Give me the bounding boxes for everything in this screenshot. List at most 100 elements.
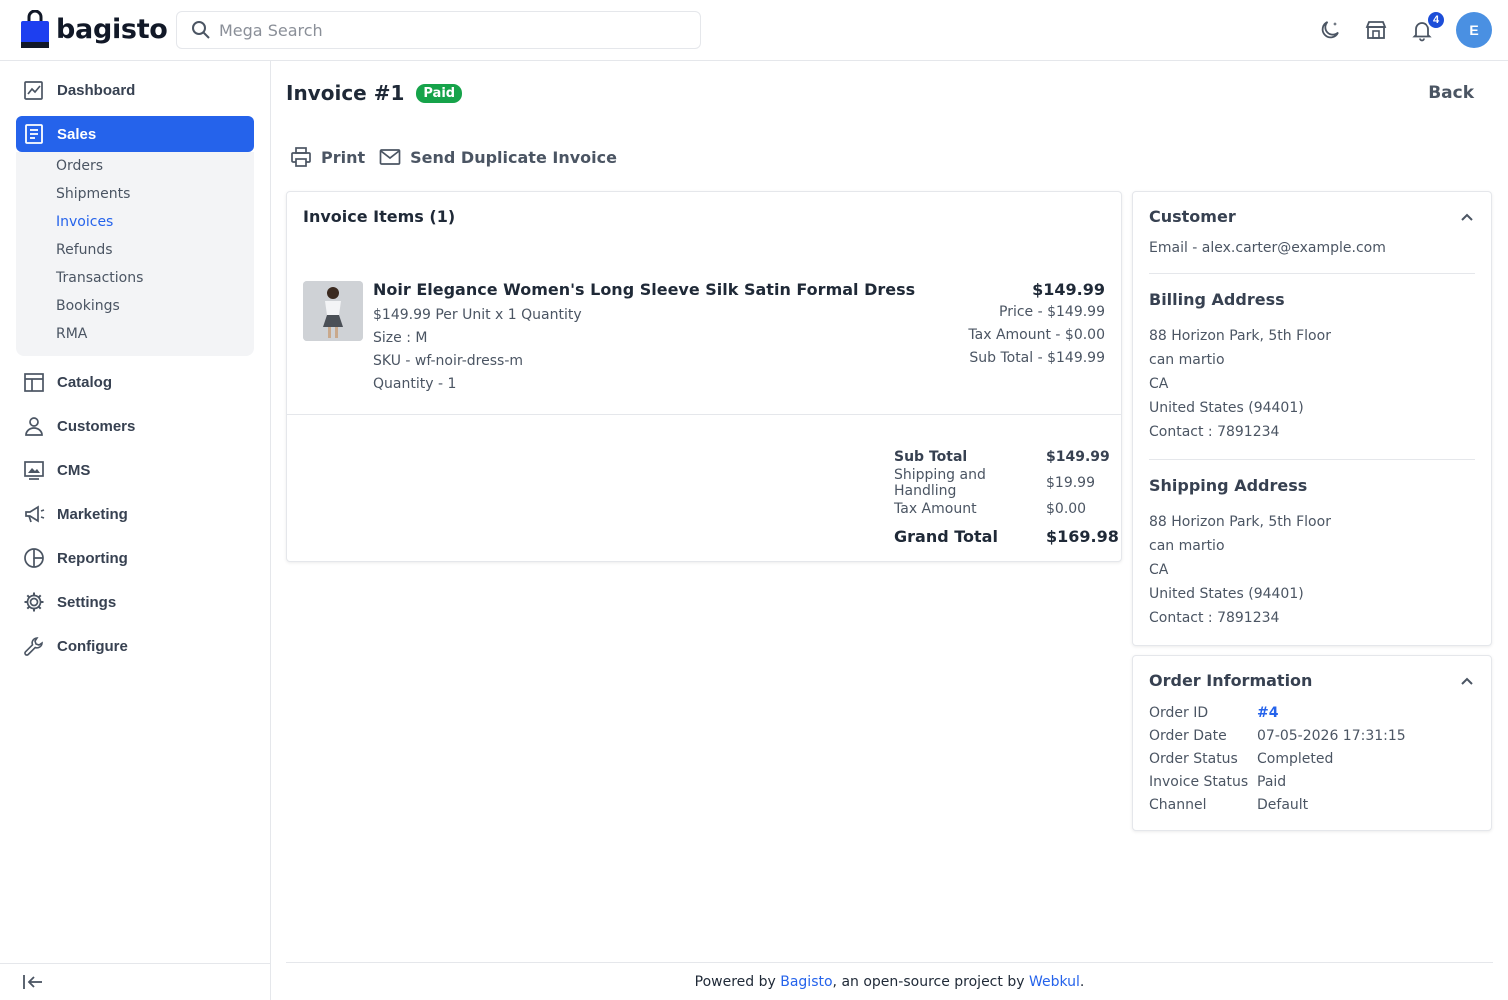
shipping-label: Shipping and Handling — [894, 467, 986, 499]
product-subtotal: Sub Total - $149.99 — [969, 350, 1105, 366]
sidebar-item-dashboard[interactable]: Dashboard — [16, 72, 254, 108]
dark-mode-icon[interactable] — [1318, 18, 1342, 42]
sidebar-item-configure[interactable]: Configure — [16, 628, 254, 664]
submenu-rma[interactable]: RMA — [56, 326, 87, 342]
tax-row: Tax Amount $0.00 — [894, 496, 1106, 522]
subtotal-value: $149.99 — [1046, 449, 1110, 465]
notification-bell-icon[interactable]: 4 — [1410, 10, 1446, 42]
items-divider — [287, 414, 1121, 415]
tax-label: Tax Amount — [894, 501, 977, 517]
submenu-bookings[interactable]: Bookings — [56, 298, 120, 314]
footer-middle: , an open-source project by — [832, 973, 1025, 990]
page-header: Invoice #1 Paid — [286, 81, 463, 105]
logo[interactable]: bagisto — [20, 10, 168, 48]
page-title: Invoice #1 — [286, 81, 405, 105]
back-button[interactable]: Back — [1428, 83, 1474, 103]
submenu-refunds[interactable]: Refunds — [56, 242, 113, 258]
sidebar-item-cms[interactable]: CMS — [16, 452, 254, 488]
product-size: Size : M — [373, 330, 428, 346]
sidebar-item-label: Dashboard — [57, 81, 136, 99]
order-date-label: Order Date — [1149, 728, 1227, 744]
tax-value: $0.00 — [1046, 501, 1087, 517]
shipping-line: 88 Horizon Park, 5th Floor — [1149, 514, 1331, 530]
storefront-icon[interactable] — [1364, 18, 1388, 42]
notification-count-badge: 4 — [1426, 10, 1446, 30]
webkul-link[interactable]: Webkul — [1029, 974, 1080, 990]
order-date-value: 07-05-2026 17:31:15 — [1257, 728, 1406, 744]
mega-search[interactable] — [176, 11, 701, 49]
shipping-line: CA — [1149, 562, 1169, 578]
sidebar-item-settings[interactable]: Settings — [16, 584, 254, 620]
sidebar-item-marketing[interactable]: Marketing — [16, 496, 254, 532]
sidebar-item-label: Settings — [57, 593, 117, 611]
invoice-status-row: Invoice Status Paid — [1149, 771, 1406, 794]
user-avatar[interactable]: E — [1456, 12, 1492, 48]
collapse-sidebar-button[interactable] — [0, 963, 270, 1000]
logo-text: bagisto — [56, 13, 168, 45]
reporting-icon — [23, 547, 45, 569]
sidebar-item-label: Sales — [57, 125, 97, 143]
dashboard-icon — [23, 79, 45, 101]
send-duplicate-label: Send Duplicate Invoice — [410, 147, 617, 167]
customer-heading: Customer — [1149, 207, 1236, 226]
shipping-value: $19.99 — [1046, 475, 1095, 491]
shipping-address: 88 Horizon Park, 5th Floor can martio CA… — [1149, 510, 1331, 630]
order-info-rows: Order ID #4 Order Date 07-05-2026 17:31:… — [1149, 702, 1406, 817]
sidebar-item-reporting[interactable]: Reporting — [16, 540, 254, 576]
chevron-up-icon[interactable] — [1459, 210, 1475, 226]
send-duplicate-invoice-button[interactable]: Send Duplicate Invoice — [379, 148, 617, 167]
sidebar-item-sales[interactable]: Sales — [16, 116, 254, 152]
marketing-icon — [23, 503, 45, 525]
order-status-row: Order Status Completed — [1149, 748, 1406, 771]
printer-icon — [291, 147, 311, 167]
product-details: Noir Elegance Women's Long Sleeve Silk S… — [373, 280, 915, 396]
order-status-value: Completed — [1257, 751, 1334, 767]
shipping-line: Contact : 7891234 — [1149, 610, 1280, 626]
product-tax: Tax Amount - $0.00 — [968, 327, 1105, 343]
sidebar-item-label: Catalog — [57, 373, 113, 391]
sidebar-item-label: CMS — [57, 461, 91, 479]
submenu-shipments[interactable]: Shipments — [56, 186, 130, 202]
catalog-icon — [23, 371, 45, 393]
submenu-invoices[interactable]: Invoices — [56, 214, 113, 230]
submenu-transactions[interactable]: Transactions — [56, 270, 143, 286]
footer-suffix: . — [1079, 973, 1085, 990]
sales-icon — [23, 123, 45, 145]
billing-line: can martio — [1149, 352, 1225, 368]
cms-icon — [23, 459, 45, 481]
product-name[interactable]: Noir Elegance Women's Long Sleeve Silk S… — [373, 280, 915, 299]
billing-line: CA — [1149, 376, 1169, 392]
submenu-orders[interactable]: Orders — [56, 158, 103, 174]
main-content: Invoice #1 Paid Back Print Send Duplicat… — [271, 61, 1508, 1000]
search-input[interactable] — [219, 20, 679, 40]
order-date-row: Order Date 07-05-2026 17:31:15 — [1149, 725, 1406, 748]
footer-prefix: Powered by — [694, 973, 776, 990]
channel-value: Default — [1257, 797, 1309, 813]
order-id-link[interactable]: #4 — [1257, 702, 1278, 725]
sidebar: Dashboard Orders Shipments Invoices Refu… — [0, 61, 271, 1000]
channel-label: Channel — [1149, 797, 1207, 813]
grand-total-value: $169.98 — [1046, 526, 1119, 546]
mail-icon — [379, 149, 401, 165]
shipping-row: Shipping and Handling $19.99 — [894, 467, 1106, 499]
customers-icon — [23, 415, 45, 437]
grand-total-row: Grand Total $169.98 — [894, 522, 1119, 550]
billing-line: Contact : 7891234 — [1149, 424, 1280, 440]
billing-line: United States (94401) — [1149, 400, 1304, 416]
sidebar-item-customers[interactable]: Customers — [16, 408, 254, 444]
billing-address-heading: Billing Address — [1149, 290, 1285, 309]
search-icon — [192, 21, 210, 39]
chevron-up-icon[interactable] — [1459, 674, 1475, 690]
sidebar-item-catalog[interactable]: Catalog — [16, 364, 254, 400]
invoice-items-card: Invoice Items (1) Noir Elegance Women's … — [286, 191, 1122, 562]
bagisto-link[interactable]: Bagisto — [780, 974, 832, 990]
product-price: Price - $149.99 — [999, 304, 1105, 320]
shipping-line: can martio — [1149, 538, 1225, 554]
product-pricing: $149.99 Price - $149.99 Tax Amount - $0.… — [968, 280, 1105, 370]
separator — [1149, 459, 1475, 460]
settings-gear-icon — [23, 591, 45, 613]
invoice-status-label: Invoice Status — [1149, 774, 1249, 790]
print-button[interactable]: Print — [290, 147, 365, 167]
order-information-heading: Order Information — [1149, 671, 1313, 690]
invoice-actions: Print Send Duplicate Invoice — [290, 147, 617, 167]
